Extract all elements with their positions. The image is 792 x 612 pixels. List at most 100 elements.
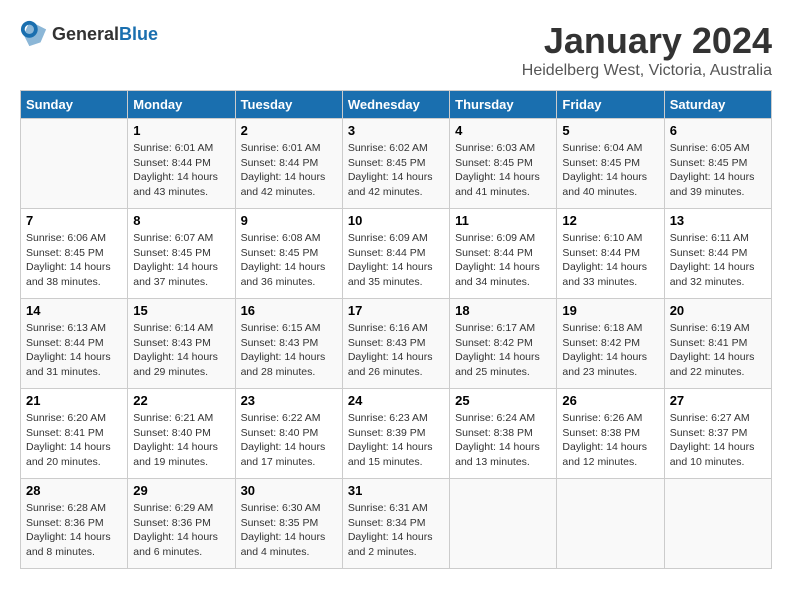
day-info: Sunrise: 6:01 AMSunset: 8:44 PMDaylight:… <box>133 141 229 200</box>
logo-blue-text: Blue <box>119 24 158 44</box>
day-info: Sunrise: 6:17 AMSunset: 8:42 PMDaylight:… <box>455 321 551 380</box>
calendar-week-row: 7 Sunrise: 6:06 AMSunset: 8:45 PMDaylight… <box>21 209 772 299</box>
calendar-cell: 23 Sunrise: 6:22 AMSunset: 8:40 PMDayligh… <box>235 389 342 479</box>
calendar-cell: 20Sunrise: 6:19 AMSunset: 8:41 PMDayligh… <box>664 299 771 389</box>
day-number: 21 <box>26 393 122 408</box>
header-day-friday: Friday <box>557 91 664 119</box>
day-info: Sunrise: 6:14 AMSunset: 8:43 PMDaylight:… <box>133 321 229 380</box>
calendar-cell: 21 Sunrise: 6:20 AMSunset: 8:41 PMDayligh… <box>21 389 128 479</box>
calendar-cell: 30 Sunrise: 6:30 AMSunset: 8:35 PMDayligh… <box>235 479 342 569</box>
day-number: 30 <box>241 483 337 498</box>
day-info: Sunrise: 6:07 AMSunset: 8:45 PMDaylight:… <box>133 231 229 290</box>
day-number: 23 <box>241 393 337 408</box>
day-info: Sunrise: 6:15 AMSunset: 8:43 PMDaylight:… <box>241 321 337 380</box>
calendar-cell: 1 Sunrise: 6:01 AMSunset: 8:44 PMDaylight… <box>128 119 235 209</box>
day-number: 4 <box>455 123 551 138</box>
day-number: 2 <box>241 123 337 138</box>
calendar-cell: 31 Sunrise: 6:31 AMSunset: 8:34 PMDayligh… <box>342 479 449 569</box>
day-info: Sunrise: 6:02 AMSunset: 8:45 PMDaylight:… <box>348 141 444 200</box>
day-info: Sunrise: 6:05 AMSunset: 8:45 PMDaylight:… <box>670 141 766 200</box>
calendar-cell: 26 Sunrise: 6:26 AMSunset: 8:38 PMDayligh… <box>557 389 664 479</box>
day-number: 7 <box>26 213 122 228</box>
day-number: 15 <box>133 303 229 318</box>
logo-general-text: General <box>52 24 119 44</box>
day-info: Sunrise: 6:23 AMSunset: 8:39 PMDaylight:… <box>348 411 444 470</box>
day-number: 6 <box>670 123 766 138</box>
calendar-cell: 29 Sunrise: 6:29 AMSunset: 8:36 PMDayligh… <box>128 479 235 569</box>
calendar-header-row: SundayMondayTuesdayWednesdayThursdayFrid… <box>21 91 772 119</box>
day-number: 29 <box>133 483 229 498</box>
calendar-cell: 2 Sunrise: 6:01 AMSunset: 8:44 PMDaylight… <box>235 119 342 209</box>
day-info: Sunrise: 6:04 AMSunset: 8:45 PMDaylight:… <box>562 141 658 200</box>
day-info: Sunrise: 6:29 AMSunset: 8:36 PMDaylight:… <box>133 501 229 560</box>
calendar-cell: 6 Sunrise: 6:05 AMSunset: 8:45 PMDaylight… <box>664 119 771 209</box>
calendar-cell: 3Sunrise: 6:02 AMSunset: 8:45 PMDaylight… <box>342 119 449 209</box>
calendar-cell: 24Sunrise: 6:23 AMSunset: 8:39 PMDayligh… <box>342 389 449 479</box>
calendar-week-row: 28 Sunrise: 6:28 AMSunset: 8:36 PMDayligh… <box>21 479 772 569</box>
day-number: 28 <box>26 483 122 498</box>
day-number: 9 <box>241 213 337 228</box>
calendar-cell: 4 Sunrise: 6:03 AMSunset: 8:45 PMDaylight… <box>450 119 557 209</box>
day-info: Sunrise: 6:09 AMSunset: 8:44 PMDaylight:… <box>455 231 551 290</box>
calendar-cell: 10 Sunrise: 6:09 AMSunset: 8:44 PMDayligh… <box>342 209 449 299</box>
day-number: 18 <box>455 303 551 318</box>
day-number: 10 <box>348 213 444 228</box>
day-number: 26 <box>562 393 658 408</box>
header-day-monday: Monday <box>128 91 235 119</box>
logo-icon <box>20 20 48 48</box>
calendar-cell: 27Sunrise: 6:27 AMSunset: 8:37 PMDayligh… <box>664 389 771 479</box>
calendar-cell: 12Sunrise: 6:10 AMSunset: 8:44 PMDayligh… <box>557 209 664 299</box>
calendar-cell: 13 Sunrise: 6:11 AMSunset: 8:44 PMDayligh… <box>664 209 771 299</box>
day-number: 13 <box>670 213 766 228</box>
day-info: Sunrise: 6:21 AMSunset: 8:40 PMDaylight:… <box>133 411 229 470</box>
calendar-cell: 11Sunrise: 6:09 AMSunset: 8:44 PMDayligh… <box>450 209 557 299</box>
day-info: Sunrise: 6:11 AMSunset: 8:44 PMDaylight:… <box>670 231 766 290</box>
header-day-saturday: Saturday <box>664 91 771 119</box>
calendar-cell <box>557 479 664 569</box>
calendar-cell: 14 Sunrise: 6:13 AMSunset: 8:44 PMDayligh… <box>21 299 128 389</box>
day-info: Sunrise: 6:16 AMSunset: 8:43 PMDaylight:… <box>348 321 444 380</box>
day-info: Sunrise: 6:10 AMSunset: 8:44 PMDaylight:… <box>562 231 658 290</box>
day-info: Sunrise: 6:06 AMSunset: 8:45 PMDaylight:… <box>26 231 122 290</box>
day-info: Sunrise: 6:31 AMSunset: 8:34 PMDaylight:… <box>348 501 444 560</box>
day-number: 1 <box>133 123 229 138</box>
calendar-cell: 18 Sunrise: 6:17 AMSunset: 8:42 PMDayligh… <box>450 299 557 389</box>
day-info: Sunrise: 6:24 AMSunset: 8:38 PMDaylight:… <box>455 411 551 470</box>
day-number: 5 <box>562 123 658 138</box>
day-info: Sunrise: 6:01 AMSunset: 8:44 PMDaylight:… <box>241 141 337 200</box>
day-info: Sunrise: 6:18 AMSunset: 8:42 PMDaylight:… <box>562 321 658 380</box>
day-info: Sunrise: 6:30 AMSunset: 8:35 PMDaylight:… <box>241 501 337 560</box>
day-info: Sunrise: 6:22 AMSunset: 8:40 PMDaylight:… <box>241 411 337 470</box>
day-info: Sunrise: 6:28 AMSunset: 8:36 PMDaylight:… <box>26 501 122 560</box>
day-number: 22 <box>133 393 229 408</box>
header-day-wednesday: Wednesday <box>342 91 449 119</box>
calendar-cell: 19 Sunrise: 6:18 AMSunset: 8:42 PMDayligh… <box>557 299 664 389</box>
calendar-cell: 9 Sunrise: 6:08 AMSunset: 8:45 PMDaylight… <box>235 209 342 299</box>
day-number: 16 <box>241 303 337 318</box>
day-info: Sunrise: 6:03 AMSunset: 8:45 PMDaylight:… <box>455 141 551 200</box>
calendar-cell: 25 Sunrise: 6:24 AMSunset: 8:38 PMDayligh… <box>450 389 557 479</box>
day-number: 27 <box>670 393 766 408</box>
title-area: January 2024 Heidelberg West, Victoria, … <box>522 20 772 80</box>
calendar-week-row: 1 Sunrise: 6:01 AMSunset: 8:44 PMDaylight… <box>21 119 772 209</box>
header-day-tuesday: Tuesday <box>235 91 342 119</box>
day-number: 25 <box>455 393 551 408</box>
day-info: Sunrise: 6:26 AMSunset: 8:38 PMDaylight:… <box>562 411 658 470</box>
day-number: 14 <box>26 303 122 318</box>
calendar-body: 1 Sunrise: 6:01 AMSunset: 8:44 PMDaylight… <box>21 119 772 569</box>
day-number: 31 <box>348 483 444 498</box>
day-info: Sunrise: 6:09 AMSunset: 8:44 PMDaylight:… <box>348 231 444 290</box>
calendar-cell: 5 Sunrise: 6:04 AMSunset: 8:45 PMDaylight… <box>557 119 664 209</box>
day-info: Sunrise: 6:08 AMSunset: 8:45 PMDaylight:… <box>241 231 337 290</box>
calendar-cell: 8 Sunrise: 6:07 AMSunset: 8:45 PMDaylight… <box>128 209 235 299</box>
calendar-cell <box>21 119 128 209</box>
calendar-cell <box>450 479 557 569</box>
day-number: 19 <box>562 303 658 318</box>
location-title: Heidelberg West, Victoria, Australia <box>522 62 772 80</box>
day-info: Sunrise: 6:13 AMSunset: 8:44 PMDaylight:… <box>26 321 122 380</box>
day-number: 8 <box>133 213 229 228</box>
month-title: January 2024 <box>522 20 772 62</box>
calendar-cell: 28 Sunrise: 6:28 AMSunset: 8:36 PMDayligh… <box>21 479 128 569</box>
calendar-cell: 17Sunrise: 6:16 AMSunset: 8:43 PMDayligh… <box>342 299 449 389</box>
day-info: Sunrise: 6:20 AMSunset: 8:41 PMDaylight:… <box>26 411 122 470</box>
